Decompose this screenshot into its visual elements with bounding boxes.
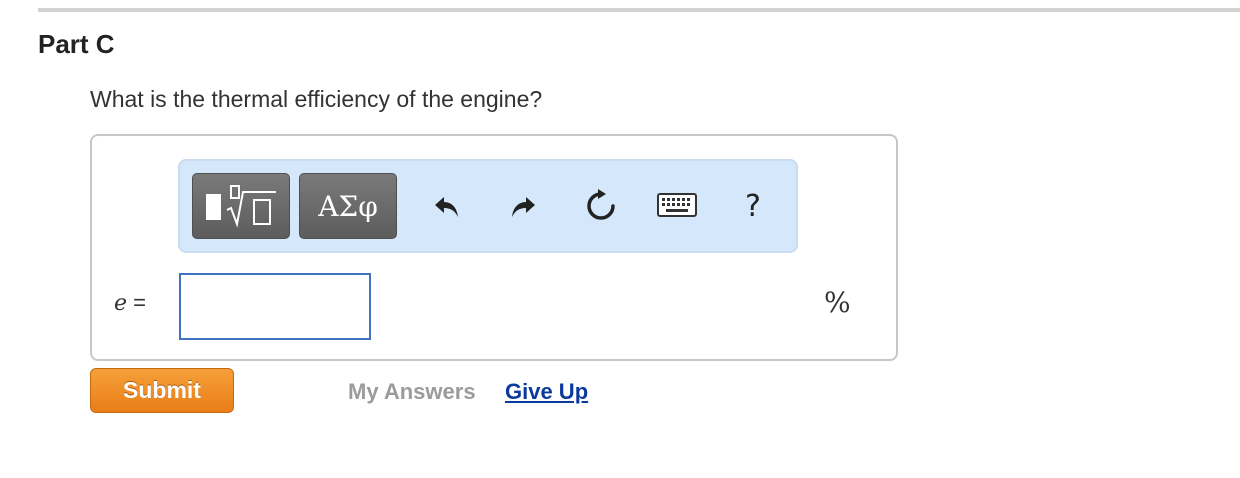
- reset-button[interactable]: [580, 185, 622, 227]
- answer-variable-label: e =: [114, 288, 146, 319]
- help-button[interactable]: ?: [732, 185, 774, 227]
- undo-arrow-icon: [435, 197, 458, 217]
- redo-arrow-icon: [512, 197, 535, 217]
- part-title: Part C: [38, 29, 115, 59]
- unit-label: %: [824, 286, 851, 319]
- submit-button[interactable]: Submit: [90, 368, 234, 413]
- greek-symbols-button[interactable]: ΑΣφ: [299, 173, 397, 239]
- templates-button[interactable]: [192, 173, 290, 239]
- question-text: What is the thermal efficiency of the en…: [90, 86, 543, 112]
- top-divider: [38, 8, 1240, 12]
- equals-sign: =: [133, 290, 147, 315]
- answer-panel: ΑΣφ ? e = %: [90, 134, 898, 361]
- answer-input[interactable]: [179, 273, 371, 340]
- keyboard-button[interactable]: [652, 185, 702, 227]
- keyboard-icon: [657, 193, 697, 217]
- variable-symbol: e: [114, 291, 128, 316]
- undo-button[interactable]: [426, 185, 468, 227]
- my-answers-link[interactable]: My Answers: [348, 378, 476, 406]
- fraction-root-template-icon: [204, 184, 278, 228]
- greek-symbols-label: ΑΣφ: [318, 189, 378, 223]
- give-up-link[interactable]: Give Up: [505, 378, 588, 406]
- redo-button[interactable]: [502, 185, 544, 227]
- math-toolbar: ΑΣφ ?: [178, 159, 798, 253]
- reset-circular-arrow-icon: [587, 189, 615, 220]
